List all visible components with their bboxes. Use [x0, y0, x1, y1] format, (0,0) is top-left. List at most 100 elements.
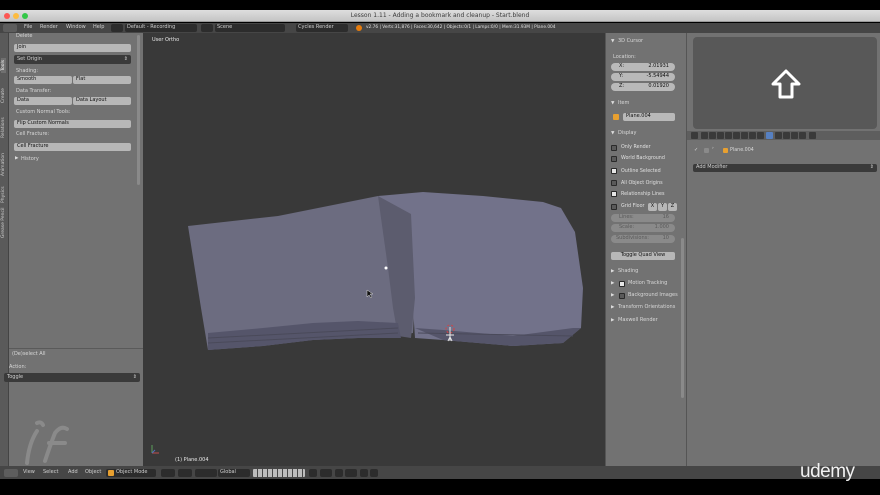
material-tab-icon[interactable] [775, 132, 782, 139]
layer-buttons[interactable] [253, 469, 305, 477]
menu-add[interactable]: Add [68, 469, 78, 476]
3d-viewport[interactable]: User Ortho (1) Plane.004 [143, 33, 605, 466]
grid-subdivisions-field[interactable]: Subdivisions: 10 [611, 235, 675, 243]
opengl-render-icon[interactable] [370, 469, 378, 477]
background-images-label[interactable]: Background Images [628, 292, 678, 299]
only-render-checkbox[interactable] [611, 145, 617, 151]
render-preview-icon[interactable] [360, 469, 368, 477]
all-object-origins-checkbox[interactable] [611, 180, 617, 186]
data-button[interactable]: Data [14, 97, 72, 105]
cursor-z-field[interactable]: Z: 0.01920 [611, 83, 675, 91]
background-images-checkbox[interactable] [619, 293, 625, 299]
layers-tab-icon[interactable] [709, 132, 716, 139]
axis-x-toggle[interactable]: X [648, 203, 657, 211]
world-background-checkbox[interactable] [611, 156, 617, 162]
menu-select[interactable]: Select [43, 469, 58, 476]
cursor-y-field[interactable]: Y: -5.54944 [611, 73, 675, 81]
extra-tab-icon[interactable] [809, 132, 816, 139]
texture-tab-icon[interactable] [783, 132, 790, 139]
display-header[interactable]: Display [618, 130, 636, 137]
properties-editor-icon[interactable] [691, 132, 698, 139]
particles-tab-icon[interactable] [791, 132, 798, 139]
toolshelf-scrollbar[interactable] [137, 35, 140, 185]
motion-tracking-checkbox[interactable] [619, 281, 625, 287]
menu-window[interactable]: Window [66, 24, 86, 31]
menu-object[interactable]: Object [85, 469, 101, 476]
tab-tools[interactable]: Tools [1, 57, 6, 73]
snap-icon[interactable] [335, 469, 343, 477]
wrench-tab-icon[interactable] [766, 132, 773, 139]
axis-y-toggle[interactable]: Y [658, 203, 667, 211]
cursor-header[interactable]: 3D Cursor [618, 38, 643, 45]
item-header[interactable]: Item [618, 100, 629, 107]
scene-icon[interactable] [201, 24, 213, 32]
manipulator-icon[interactable] [195, 469, 217, 477]
history-panel-header[interactable]: ▶ History [14, 156, 131, 164]
properties-scrollbar[interactable] [681, 238, 684, 398]
add-modifier-dropdown[interactable]: Add Modifier ⇕ [693, 164, 877, 172]
data-tab-icon[interactable] [757, 132, 764, 139]
editor-type-icon[interactable] [4, 469, 18, 477]
menu-render[interactable]: Render [40, 24, 58, 31]
menu-file[interactable]: File [24, 24, 32, 31]
z-value: 0.01920 [648, 83, 669, 89]
flip-custom-normals-button[interactable]: Flip Custom Normals [14, 120, 131, 128]
viewport-shading-icon[interactable] [161, 469, 175, 477]
tab-relations[interactable]: Relations [1, 117, 6, 138]
world-tab-icon[interactable] [725, 132, 732, 139]
layout-selector[interactable]: Default - Recording [125, 24, 197, 32]
mode-dropdown[interactable]: Object Mode [106, 469, 156, 477]
cursor-x-field[interactable]: X: 2.01931 [611, 63, 675, 71]
grid-scale-field[interactable]: Scale: 1.000 [611, 224, 675, 232]
info-editor-type-icon[interactable] [3, 24, 17, 32]
object-tab-icon[interactable] [733, 132, 740, 139]
axis-z-toggle[interactable]: Z [668, 203, 677, 211]
proportional-edit-icon[interactable] [320, 469, 332, 477]
motion-tracking-label[interactable]: Motion Tracking [628, 280, 667, 287]
pivot-point-icon[interactable] [178, 469, 192, 477]
smooth-label: Smooth [17, 76, 37, 82]
data-layout-button[interactable]: Data Layout [73, 97, 131, 105]
properties-context-tabs [687, 131, 880, 140]
outline-selected-checkbox[interactable] [611, 168, 617, 174]
maxwell-render-header[interactable]: Maxwell Render [618, 317, 658, 324]
layout-icon[interactable] [111, 24, 123, 32]
scene-tab-icon[interactable] [717, 132, 724, 139]
relationship-lines-checkbox[interactable] [611, 191, 617, 197]
render-engine-dropdown[interactable]: Cycles Render [296, 24, 348, 32]
tab-grease-pencil[interactable]: Grease Pencil [1, 208, 6, 238]
action-dropdown[interactable]: Toggle ⇕ [4, 373, 140, 382]
menu-view[interactable]: View [23, 469, 35, 476]
grid-lines-field[interactable]: Lines: 16 [611, 214, 675, 222]
scene-selector[interactable]: Scene [215, 24, 285, 32]
collapse-arrow-icon: ▼ [611, 101, 615, 106]
pin-icon[interactable]: ✓ [694, 147, 698, 153]
tab-physics[interactable]: Physics [1, 186, 6, 203]
toggle-quad-view-button[interactable]: Toggle Quad View [611, 252, 675, 260]
tab-create[interactable]: Create [1, 88, 6, 103]
smooth-button[interactable]: Smooth [14, 76, 72, 84]
delete-label[interactable]: Delete [16, 33, 32, 40]
grid-floor-checkbox[interactable] [611, 204, 617, 210]
relationship-lines-label: Relationship Lines [621, 192, 665, 197]
book-model[interactable] [183, 188, 583, 358]
menu-help[interactable]: Help [93, 24, 104, 31]
location-label: Location: [613, 54, 636, 60]
tab-animation[interactable]: Animation [1, 153, 6, 176]
flat-button[interactable]: Flat [73, 76, 131, 84]
axis-gizmo-icon [151, 445, 159, 454]
lock-camera-icon[interactable] [309, 469, 317, 477]
join-label: Join [17, 44, 27, 50]
constraints-tab-icon[interactable] [741, 132, 748, 139]
render-tab-icon[interactable] [701, 132, 708, 139]
modifiers-tab-icon[interactable] [749, 132, 756, 139]
set-origin-dropdown[interactable]: Set Origin ⇕ [14, 55, 131, 64]
transform-orientations-header[interactable]: Transform Orientations [618, 304, 675, 311]
item-name-field[interactable]: Plane.004 [623, 113, 675, 121]
physics-tab-icon[interactable] [799, 132, 806, 139]
cell-fracture-button[interactable]: Cell Fracture [14, 143, 131, 151]
shading-header[interactable]: Shading [618, 268, 638, 275]
orientation-dropdown[interactable]: Global [218, 469, 250, 477]
snap-element-icon[interactable] [345, 469, 357, 477]
join-button[interactable]: Join [14, 44, 131, 52]
